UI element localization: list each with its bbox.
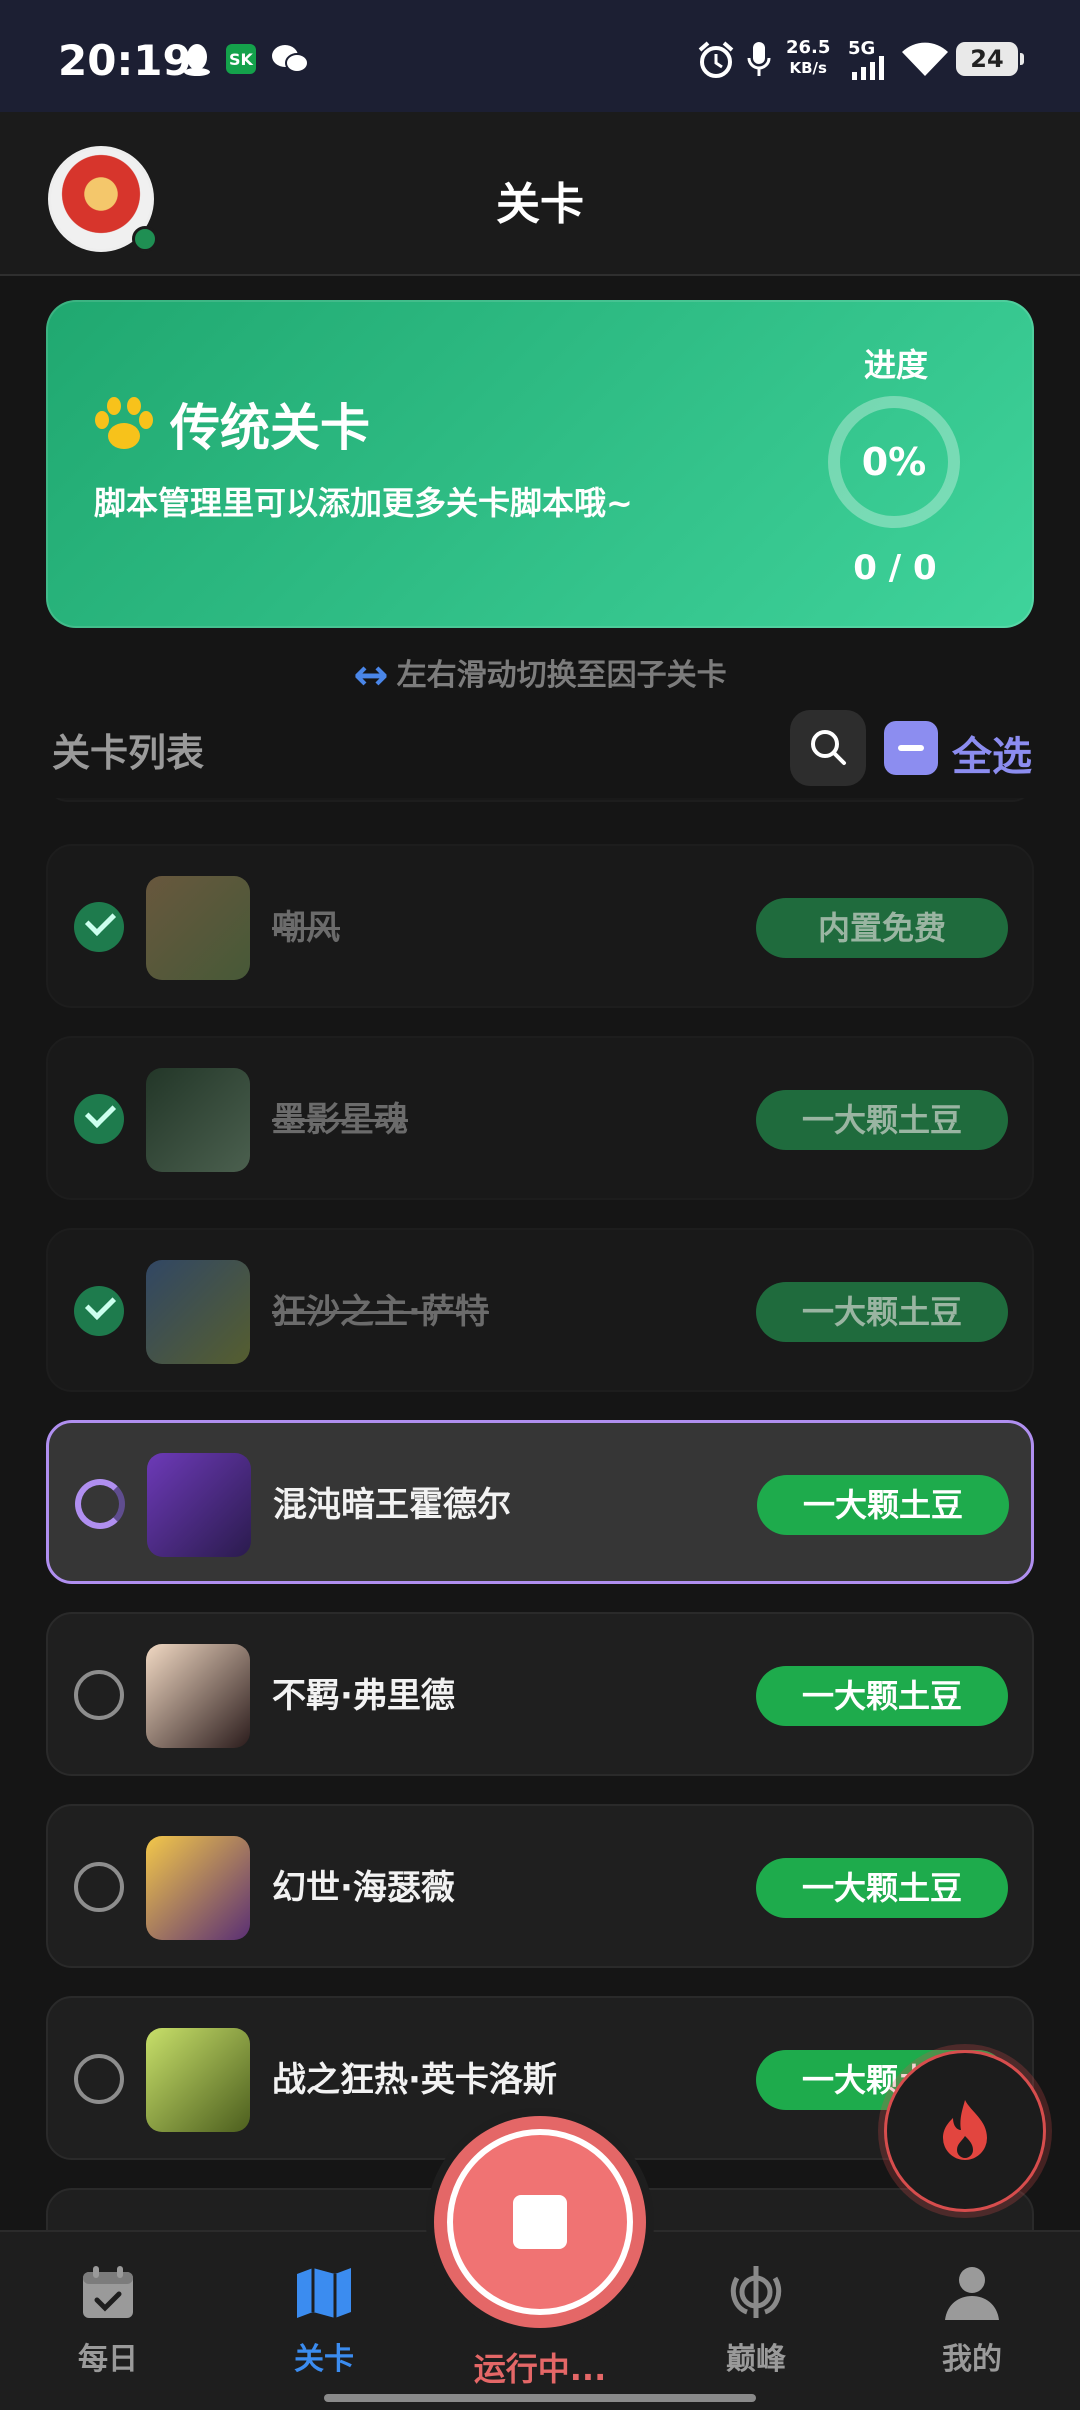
stage-thumbnail (146, 876, 250, 980)
progress-label: 进度 (863, 346, 928, 384)
nav-peak[interactable]: 巅峰 (686, 2262, 826, 2378)
nav-label-daily: 每日 (78, 2342, 138, 2377)
stage-thumbnail (147, 1453, 251, 1557)
select-all-checkbox[interactable] (884, 721, 938, 775)
unchecked-circle-icon[interactable] (74, 1862, 124, 1912)
banner-subtitle: 脚本管理里可以添加更多关卡脚本哦~ (94, 484, 633, 522)
stop-icon (513, 2195, 567, 2249)
progress-count: 0 / 0 (853, 548, 937, 588)
wechat-icon (272, 45, 309, 73)
list-item[interactable]: 狂沙之主·萨特 一大颗土豆 (46, 1228, 1034, 1392)
stage-name: 墨影星魂 (272, 1100, 408, 1140)
unchecked-circle-icon[interactable] (74, 1670, 124, 1720)
stage-thumbnail (146, 1260, 250, 1364)
list-item[interactable]: 墨影星魂 一大颗土豆 (46, 1036, 1034, 1200)
page-title: 关卡 (496, 179, 584, 230)
checked-icon[interactable] (74, 1094, 124, 1144)
stage-thumbnail (146, 2028, 250, 2132)
nav-label-mine: 我的 (942, 2342, 1002, 2377)
stage-badge: 一大颗土豆 (756, 1858, 1008, 1918)
stage-badge: 一大颗土豆 (756, 1666, 1008, 1726)
stage-thumbnail (146, 1068, 250, 1172)
paw-icon (95, 397, 153, 449)
qq-icon (184, 44, 210, 76)
fire-icon (943, 2100, 987, 2160)
stop-ring (447, 2129, 633, 2315)
search-icon (811, 730, 846, 765)
checked-icon[interactable] (74, 902, 124, 952)
status-time: 20:19 (58, 36, 192, 85)
stage-name: 幻世·海瑟薇 (272, 1868, 455, 1908)
stage-name: 不羁·弗里德 (272, 1676, 455, 1716)
progress-percent: 0% (861, 440, 927, 484)
battery-indicator: 24 (956, 42, 1024, 76)
stage-list-title: 关卡列表 (52, 731, 205, 775)
stage-thumbnail (146, 1644, 250, 1748)
mic-icon (747, 42, 771, 76)
checked-icon[interactable] (74, 1286, 124, 1336)
map-icon (297, 2268, 351, 2318)
stage-list[interactable]: 嘲风 内置免费 墨影星魂 一大颗土豆 狂沙之主·萨特 一大颗土豆 混沌暗王霍德尔… (0, 798, 1080, 2230)
stage-thumbnail (146, 1836, 250, 1940)
person-icon (945, 2267, 999, 2320)
list-item[interactable]: 幻世·海瑟薇 一大颗土豆 (46, 1804, 1034, 1968)
stage-name: 战之狂热·英卡洛斯 (272, 2060, 557, 2100)
stage-name: 狂沙之主·萨特 (272, 1292, 489, 1332)
nav-stages[interactable]: 关卡 (254, 2262, 394, 2378)
running-spinner-icon (75, 1479, 125, 1529)
select-all-label[interactable]: 全选 (952, 724, 1032, 782)
stage-badge: 一大颗土豆 (757, 1475, 1009, 1535)
list-item[interactable]: 不羁·弗里德 一大颗土豆 (46, 1612, 1034, 1776)
wifi-icon (902, 42, 948, 76)
search-button[interactable] (790, 710, 866, 786)
nav-daily[interactable]: 每日 (38, 2262, 178, 2378)
stage-badge: 一大颗土豆 (756, 1282, 1008, 1342)
nav-label-peak: 巅峰 (726, 2342, 786, 2377)
stop-run-button[interactable] (434, 2116, 646, 2328)
emblem-icon (730, 2266, 782, 2318)
nav-label-stages: 关卡 (294, 2342, 354, 2377)
sk-app-icon: SK (226, 44, 256, 74)
home-indicator[interactable] (324, 2394, 756, 2402)
stage-name: 混沌暗王霍德尔 (273, 1485, 511, 1525)
list-item-partial (46, 798, 1034, 802)
stage-badge: 内置免费 (756, 898, 1008, 958)
list-item-running[interactable]: 混沌暗王霍德尔 一大颗土豆 (46, 1420, 1034, 1584)
fire-button[interactable] (884, 2050, 1046, 2212)
list-item[interactable]: 嘲风 内置免费 (46, 844, 1034, 1008)
stage-badge: 一大颗土豆 (756, 1090, 1008, 1150)
banner-title: 传统关卡 (170, 399, 370, 457)
unchecked-circle-icon[interactable] (74, 2054, 124, 2104)
swipe-hint: ↔ 左右滑动切换至因子关卡 (353, 650, 727, 699)
signal-icon (852, 56, 884, 80)
net-speed: 26.5 KB/s (786, 37, 831, 78)
alarm-icon (698, 41, 734, 78)
calendar-check-icon (83, 2266, 133, 2318)
swap-arrows-icon: ↔ (353, 650, 389, 699)
running-status: 运行中... (473, 2350, 607, 2388)
stage-name: 嘲风 (272, 908, 340, 948)
nav-mine[interactable]: 我的 (902, 2262, 1042, 2378)
progress-ring: 0% (828, 396, 960, 528)
